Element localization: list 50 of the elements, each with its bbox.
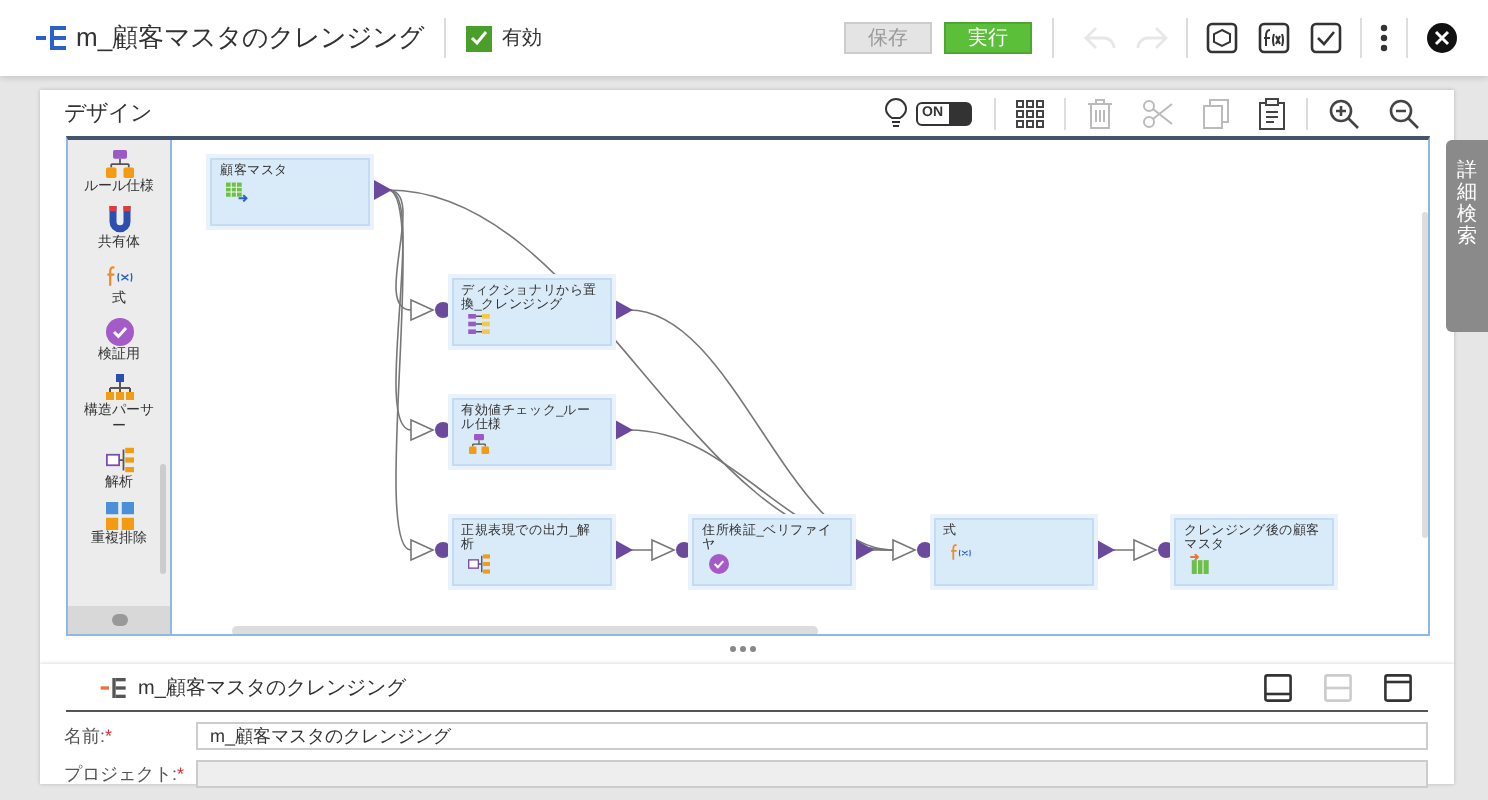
- function-icon[interactable]: [1258, 22, 1290, 54]
- magnet-icon: [105, 206, 133, 235]
- field-label: プロジェクト:*: [64, 761, 187, 787]
- layout-top-icon[interactable]: [1384, 673, 1412, 701]
- parse-icon: [105, 446, 133, 475]
- close-icon[interactable]: [1426, 22, 1458, 54]
- splitter-handle[interactable]: [730, 646, 756, 652]
- layout-bottom-icon[interactable]: [1264, 673, 1292, 701]
- function-icon: [949, 541, 971, 561]
- scrollbar[interactable]: [232, 626, 818, 634]
- enabled-checkbox[interactable]: [466, 25, 493, 51]
- hierarchy-icon: [105, 150, 133, 178]
- output-port-icon[interactable]: [856, 540, 874, 560]
- input-port-icon[interactable]: [410, 538, 451, 562]
- list-icon: [467, 314, 489, 334]
- mapping-icon: [98, 677, 130, 697]
- grid-icon[interactable]: [1016, 99, 1044, 127]
- input-port-icon[interactable]: [651, 538, 692, 562]
- mapping-title: m_顧客マスタのクレンジング: [76, 20, 425, 56]
- lightbulb-icon: [884, 98, 908, 128]
- output-port-icon[interactable]: [374, 180, 392, 200]
- scrollbar[interactable]: [1422, 212, 1428, 538]
- properties-title: m_顧客マスタのクレンジング: [138, 675, 408, 701]
- mapping-icon: [36, 26, 68, 50]
- table-icon: [226, 181, 248, 201]
- checkmark-icon[interactable]: [1310, 22, 1342, 54]
- badge-check-icon: [708, 554, 730, 574]
- more-icon[interactable]: [1380, 24, 1388, 52]
- table-icon: [1190, 554, 1212, 574]
- enabled-label: 有効: [502, 25, 543, 52]
- input-port-icon[interactable]: [1133, 538, 1174, 562]
- cube-icon[interactable]: [1206, 22, 1238, 54]
- tree-icon: [105, 374, 133, 403]
- zoom-in-icon[interactable]: [1328, 97, 1360, 129]
- function-icon: [105, 262, 133, 291]
- zoom-out-icon[interactable]: [1388, 97, 1420, 129]
- badge-check-icon: [105, 318, 133, 347]
- field-label: 名前:*: [64, 723, 115, 749]
- letter-tiles-icon: [105, 502, 133, 531]
- input-port-icon[interactable]: [410, 298, 451, 322]
- hierarchy-icon: [467, 434, 489, 454]
- parse-icon: [467, 554, 489, 574]
- input-port-icon[interactable]: [892, 538, 933, 562]
- panel-title: デザイン: [64, 100, 154, 128]
- text-field[interactable]: [196, 760, 1428, 788]
- connector-line: [1110, 549, 1135, 551]
- clipboard-icon[interactable]: [1258, 97, 1286, 129]
- input-port-icon[interactable]: [410, 418, 451, 442]
- text-field[interactable]: m_顧客マスタのクレンジング: [196, 722, 1428, 750]
- scrollbar[interactable]: [160, 464, 166, 574]
